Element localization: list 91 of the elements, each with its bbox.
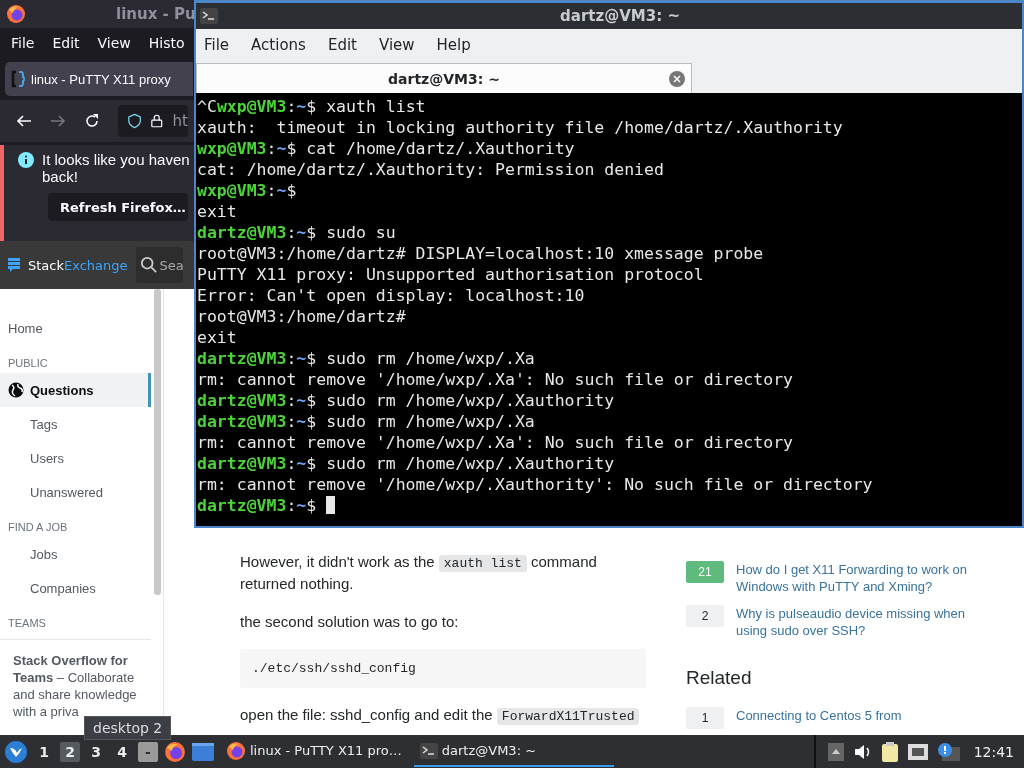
brackets-icon: [11, 70, 25, 88]
section-heading: Related: [686, 667, 753, 689]
sidebar-item[interactable]: Jobs: [0, 537, 151, 571]
reload-icon[interactable]: [84, 113, 100, 129]
terminal-line: rm: cannot remove '/home/wxp/.Xa': No such file or directory: [197, 369, 795, 390]
window-title: dartz@VM3: ~: [559, 7, 681, 25]
terminal-line: wxp@VM3:~$ cat /home/dartz/.Xauthority: [197, 138, 576, 159]
menu-item[interactable]: Help: [436, 36, 471, 54]
start-menu-icon[interactable]: [4, 739, 28, 764]
workspace-button[interactable]: 3: [86, 741, 106, 762]
sidebar-heading: TEAMS: [7, 616, 47, 631]
vote-count: 1: [686, 707, 724, 729]
search-icon: [140, 257, 157, 273]
terminal-line: root@VM3:/home/dartz#: [197, 306, 407, 327]
stack-icon: [8, 258, 20, 272]
update-icon[interactable]: [937, 742, 960, 761]
show-desktop-button[interactable]: -: [138, 741, 158, 762]
terminal-line: rm: cannot remove '/home/wxp/.Xa': No such file or directory: [197, 432, 795, 453]
shield-icon: [128, 112, 142, 130]
question-link[interactable]: How do I get X11 Forwarding to work on Windows with PuTTY and Xming?: [736, 561, 976, 595]
menu-item[interactable]: View: [378, 36, 415, 54]
sidebar-item[interactable]: Tags: [0, 407, 151, 441]
tooltip: desktop 2: [84, 716, 172, 740]
taskbar-task[interactable]: linux - PuTTY X11 pro…: [220, 736, 408, 767]
address-field[interactable]: ht: [118, 105, 188, 137]
back-icon[interactable]: [16, 113, 32, 129]
menu-item[interactable]: Actions: [251, 36, 306, 54]
sidebar-item[interactable]: Home: [0, 311, 151, 345]
question-link[interactable]: Why is pulseaudio device missing when using sudo over SSH?: [736, 605, 976, 639]
code-block: ./etc/ssh/sshd_config: [240, 649, 646, 688]
sidebar-heading: PUBLIC: [7, 356, 49, 371]
workspace-button[interactable]: 2: [60, 741, 80, 762]
paragraph: However, it didn't work as the xauth list command returned nothing.: [240, 552, 598, 594]
sidebar-item[interactable]: Unanswered: [0, 475, 151, 509]
menu-item[interactable]: View: [97, 35, 131, 51]
search-field[interactable]: Sea: [135, 247, 183, 283]
clock: 12:41: [973, 743, 1014, 760]
terminal-tab[interactable]: dartz@VM3: ~: [196, 63, 692, 93]
menu-item[interactable]: Histo: [148, 35, 185, 51]
refresh-button[interactable]: Refresh Firefox…: [48, 193, 188, 221]
terminal-line: dartz@VM3:~$ sudo rm /home/wxp/.Xa: [197, 348, 536, 369]
paragraph: the second solution was to go to:: [240, 612, 460, 632]
url-text: ht: [172, 112, 188, 130]
terminal-icon: [419, 742, 438, 759]
terminal-app-icon: [200, 8, 218, 24]
workspace-button[interactable]: 4: [112, 741, 132, 762]
info-icon: [18, 152, 34, 168]
site-logo[interactable]: StackExchange: [28, 257, 128, 273]
terminal-line: dartz@VM3:~$ sudo rm /home/wxp/.Xa: [197, 411, 536, 432]
terminal-line: root@VM3:/home/dartz# DISPLAY=localhost:10 xmessage probe: [197, 243, 765, 264]
browser-tab[interactable]: linux - PuTTY X11 proxy: [5, 62, 193, 96]
terminal-line: rm: cannot remove '/home/wxp/.Xauthority': No such file or directory: [197, 474, 874, 495]
vote-count: 2: [686, 605, 724, 627]
menu-item[interactable]: File: [11, 35, 35, 51]
terminal-line: exit: [197, 327, 238, 348]
terminal-line: PuTTY X11 proxy: Unsupported authorisation protocol: [197, 264, 705, 285]
terminal-line: cat: /home/dartz/.Xauthority: Permission denied: [197, 159, 665, 180]
menu-item[interactable]: Edit: [52, 35, 80, 51]
window-icon[interactable]: [192, 742, 214, 761]
sidebar-item[interactable]: Users: [0, 441, 151, 475]
terminal-line: dartz@VM3:~$ sudo su: [197, 222, 397, 243]
network-icon[interactable]: [907, 743, 928, 760]
volume-icon[interactable]: [853, 743, 872, 760]
terminal-line: exit: [197, 201, 238, 222]
globe-icon: [8, 382, 24, 398]
sidebar-item[interactable]: Companies: [0, 571, 151, 605]
paragraph: open the file: sshd_config and edit the ForwardX11Trusted: [240, 704, 646, 726]
question-link[interactable]: Connecting to Centos 5 from: [736, 707, 902, 724]
firefox-icon[interactable]: [6, 4, 26, 24]
lock-icon: [151, 113, 163, 129]
terminal-line: ^Cwxp@VM3:~$ xauth list: [197, 96, 427, 117]
firefox-icon[interactable]: [226, 740, 246, 761]
terminal-line: dartz@VM3:~$ sudo rm /home/wxp/.Xauthority: [197, 390, 616, 411]
terminal-line: dartz@VM3:~$ sudo rm /home/wxp/.Xauthority: [197, 453, 616, 474]
firefox-icon[interactable]: [164, 740, 186, 763]
workspace-button[interactable]: 1: [34, 741, 54, 762]
taskbar-task[interactable]: dartz@VM3: ~: [413, 736, 614, 767]
sidebar-heading: FIND A JOB: [7, 520, 69, 535]
window-title: linux - Pu: [116, 5, 196, 23]
terminal-line: wxp@VM3:~$: [197, 180, 298, 201]
terminal-line: Error: Can't open display: localhost:10: [197, 285, 586, 306]
clipboard-icon[interactable]: [881, 741, 898, 762]
vote-count: 21: [686, 561, 724, 583]
close-icon[interactable]: [669, 71, 685, 87]
menu-item[interactable]: File: [204, 36, 230, 54]
menu-item[interactable]: Edit: [327, 36, 357, 54]
forward-icon[interactable]: [50, 113, 66, 129]
terminal-line: xauth: timeout in locking authority file /home/dartz/.Xauthority: [197, 117, 844, 138]
sidebar-item[interactable]: Questions: [0, 373, 151, 407]
notification-text: It looks like you haven back!: [42, 151, 190, 185]
terminal-line: dartz@VM3:~$: [197, 495, 1022, 516]
